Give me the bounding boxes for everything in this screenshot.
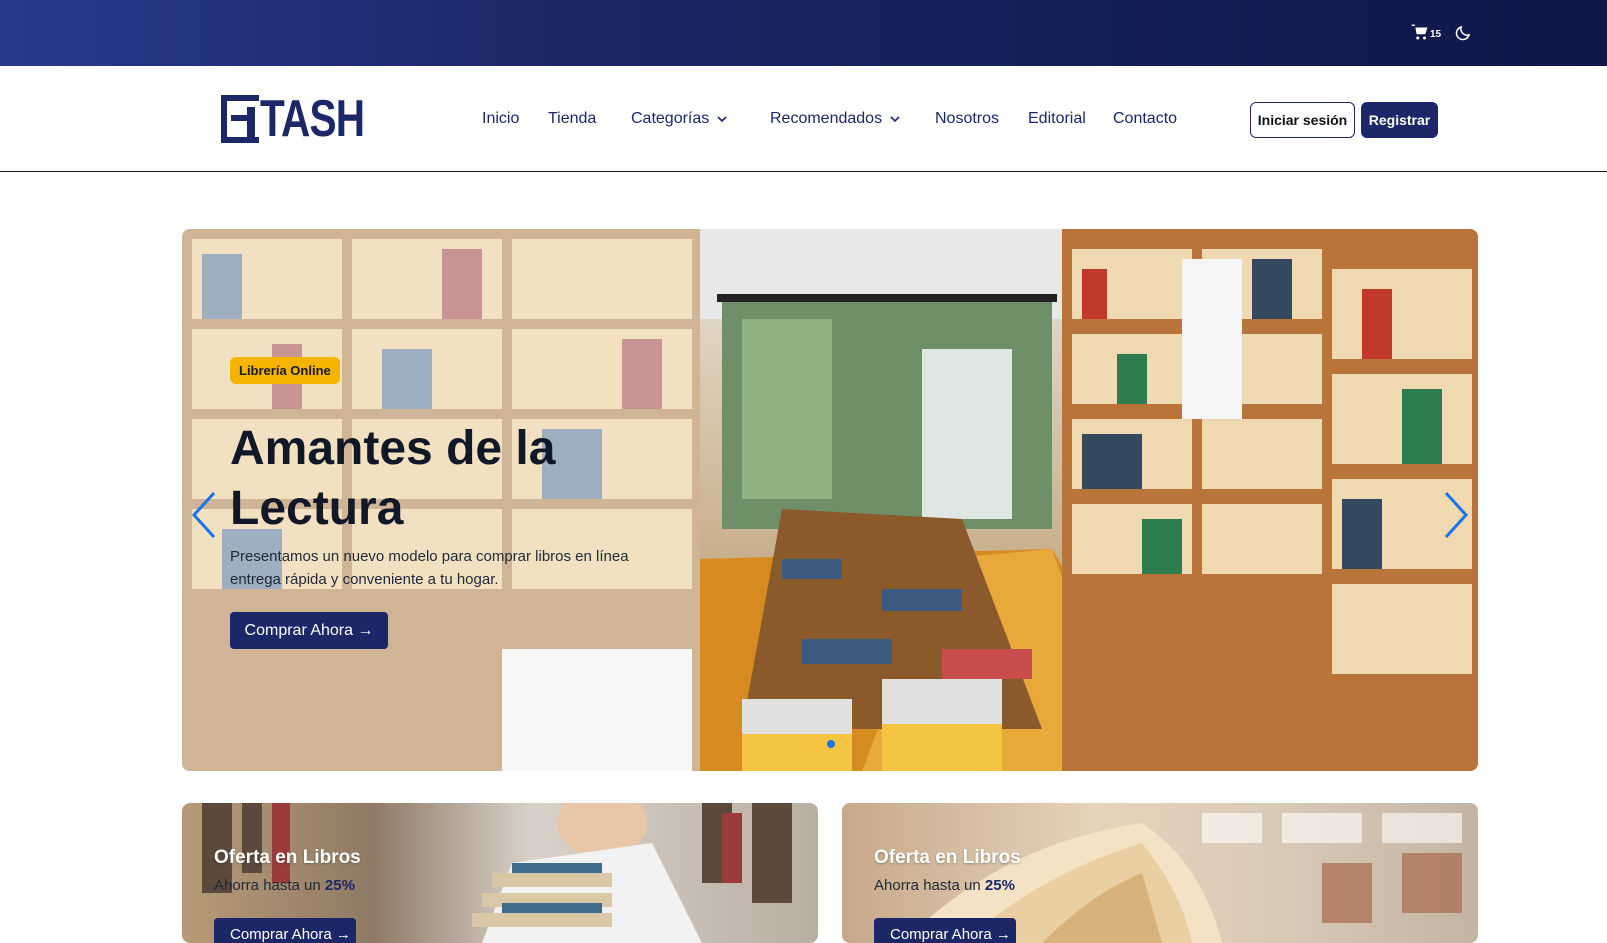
nav-label: Nosotros [935, 110, 1000, 127]
nav-editorial[interactable]: Editorial [1028, 110, 1086, 128]
offer-title: Oferta en Libros [874, 847, 1021, 868]
chevron-left-icon[interactable] [190, 491, 218, 539]
chevron-down-icon [890, 116, 900, 122]
nav-label: Contacto [1113, 110, 1178, 127]
hero-description: Presentamos un nuevo modelo para comprar… [230, 548, 629, 588]
offer-buy-button[interactable]: Comprar Ahora → [874, 918, 1016, 943]
carousel-indicator[interactable] [827, 740, 835, 748]
offer-card: Oferta en Libros Ahorra hasta un 25% Com… [842, 803, 1478, 943]
nav-contacto[interactable]: Contacto [1113, 110, 1177, 128]
nav-tienda[interactable]: Tienda [548, 110, 596, 128]
nav-inicio[interactable]: Inicio [482, 110, 519, 128]
nav-label: Inicio [482, 110, 520, 127]
cart-icon [1411, 24, 1428, 40]
moon-icon[interactable] [1454, 24, 1472, 42]
hero-badge: Librería Online [230, 357, 340, 384]
cart-count: 15 [1430, 29, 1442, 40]
logo-text: TASH [260, 90, 365, 148]
chevron-right-icon[interactable] [1442, 491, 1470, 539]
logo-mark-icon [221, 95, 259, 143]
nav-recomendados[interactable]: Recomendados [770, 110, 900, 128]
offer-title: Oferta en Libros [214, 847, 361, 868]
hero-title: Amantes de la Lectura [230, 422, 556, 535]
register-button[interactable]: Registrar [1361, 102, 1438, 138]
offer-discount: 25% [984, 877, 1015, 894]
nav-label: Editorial [1028, 110, 1086, 127]
nav-nosotros[interactable]: Nosotros [935, 110, 999, 128]
offer-buy-button[interactable]: Comprar Ahora → [214, 918, 356, 943]
nav-label: Recomendados [770, 110, 883, 127]
logo[interactable]: TASH [221, 90, 394, 148]
cart-button[interactable]: 15 [1411, 23, 1441, 41]
offer-subtitle-text: Ahorra hasta un [874, 877, 981, 894]
top-bar: 15 [0, 0, 1607, 66]
nav-categorias[interactable]: Categorías [631, 110, 727, 128]
hero-carousel: Librería Online Amantes de la Lectura Pr… [182, 229, 1478, 771]
offer-card: Oferta en Libros Ahorra hasta un 25% Com… [182, 803, 818, 943]
offer-subtitle: Ahorra hasta un 25% [214, 877, 355, 894]
nav-label: Tienda [548, 110, 597, 127]
offer-subtitle: Ahorra hasta un 25% [874, 877, 1015, 894]
chevron-down-icon [717, 116, 727, 122]
nav-label: Categorías [631, 110, 710, 127]
login-button[interactable]: Iniciar sesión [1250, 102, 1355, 138]
offer-discount: 25% [324, 877, 355, 894]
offer-subtitle-text: Ahorra hasta un [214, 877, 321, 894]
buy-now-button[interactable]: Comprar Ahora → [230, 612, 388, 649]
